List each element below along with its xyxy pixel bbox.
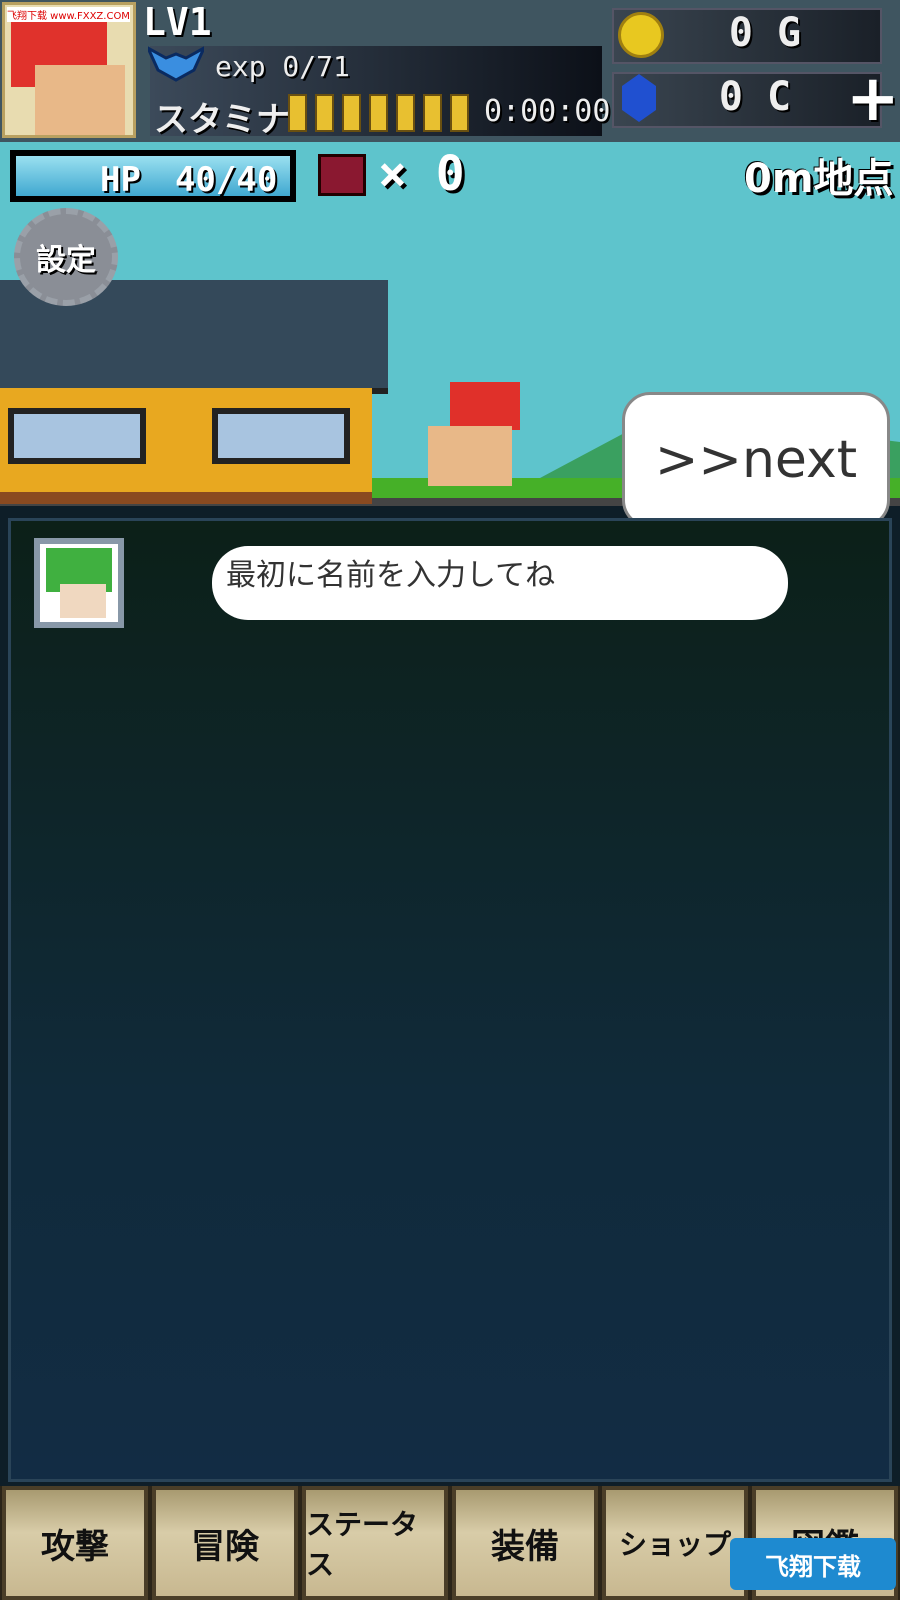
wing-icon [148, 46, 204, 82]
add-crystal-button[interactable]: + [846, 67, 900, 131]
stamina-segment [423, 94, 442, 132]
stamina-segment [396, 94, 415, 132]
stamina-gauge [288, 94, 476, 132]
dialog-panel [8, 518, 892, 1482]
tab-shop[interactable]: ショップ [602, 1486, 748, 1600]
stamina-segment [342, 94, 361, 132]
tab-equipment[interactable]: 装備 [452, 1486, 598, 1600]
site-watermark: 飞翔下载 [730, 1538, 896, 1590]
player-character [428, 382, 528, 488]
stamina-segment [315, 94, 334, 132]
character-body [428, 426, 512, 486]
dialog-message: 最初に名前を入力してね [226, 558, 556, 593]
settings-gear-button[interactable]: 設定 [14, 208, 118, 306]
hp-text: HP 40/40 [100, 160, 278, 200]
level-label: LV1 [143, 0, 212, 44]
stamina-timer: 0:00:00 [484, 94, 611, 129]
character-hair [450, 382, 520, 430]
settings-label: 設定 [36, 243, 96, 278]
npc-avatar [34, 538, 124, 628]
distance-label: 0m地点 [744, 156, 894, 202]
tab-attack[interactable]: 攻撃 [2, 1486, 148, 1600]
house-window [212, 408, 350, 464]
stamina-label: スタミナ [154, 100, 290, 140]
house-window [8, 408, 146, 464]
chest-count: × 0 [378, 146, 465, 202]
stamina-segment [450, 94, 469, 132]
coin-icon [618, 12, 664, 58]
gold-amount: 0 G [728, 10, 802, 56]
avatar-face [35, 65, 125, 135]
stamina-segment [288, 94, 307, 132]
player-avatar[interactable]: 飞翔下载 www.FXXZ.COM [2, 2, 136, 138]
house-wall [0, 388, 372, 504]
exp-text: exp 0/71 [215, 50, 350, 83]
tab-adventure[interactable]: 冒険 [152, 1486, 298, 1600]
avatar-watermark: 飞翔下载 www.FXXZ.COM [7, 7, 130, 22]
tab-status[interactable]: ステータス [302, 1486, 448, 1600]
treasure-chest-icon [318, 154, 366, 196]
stamina-segment [369, 94, 388, 132]
crystal-amount: 0 C [718, 74, 792, 120]
npc-face [60, 584, 106, 618]
next-button[interactable]: >>next [622, 392, 890, 528]
